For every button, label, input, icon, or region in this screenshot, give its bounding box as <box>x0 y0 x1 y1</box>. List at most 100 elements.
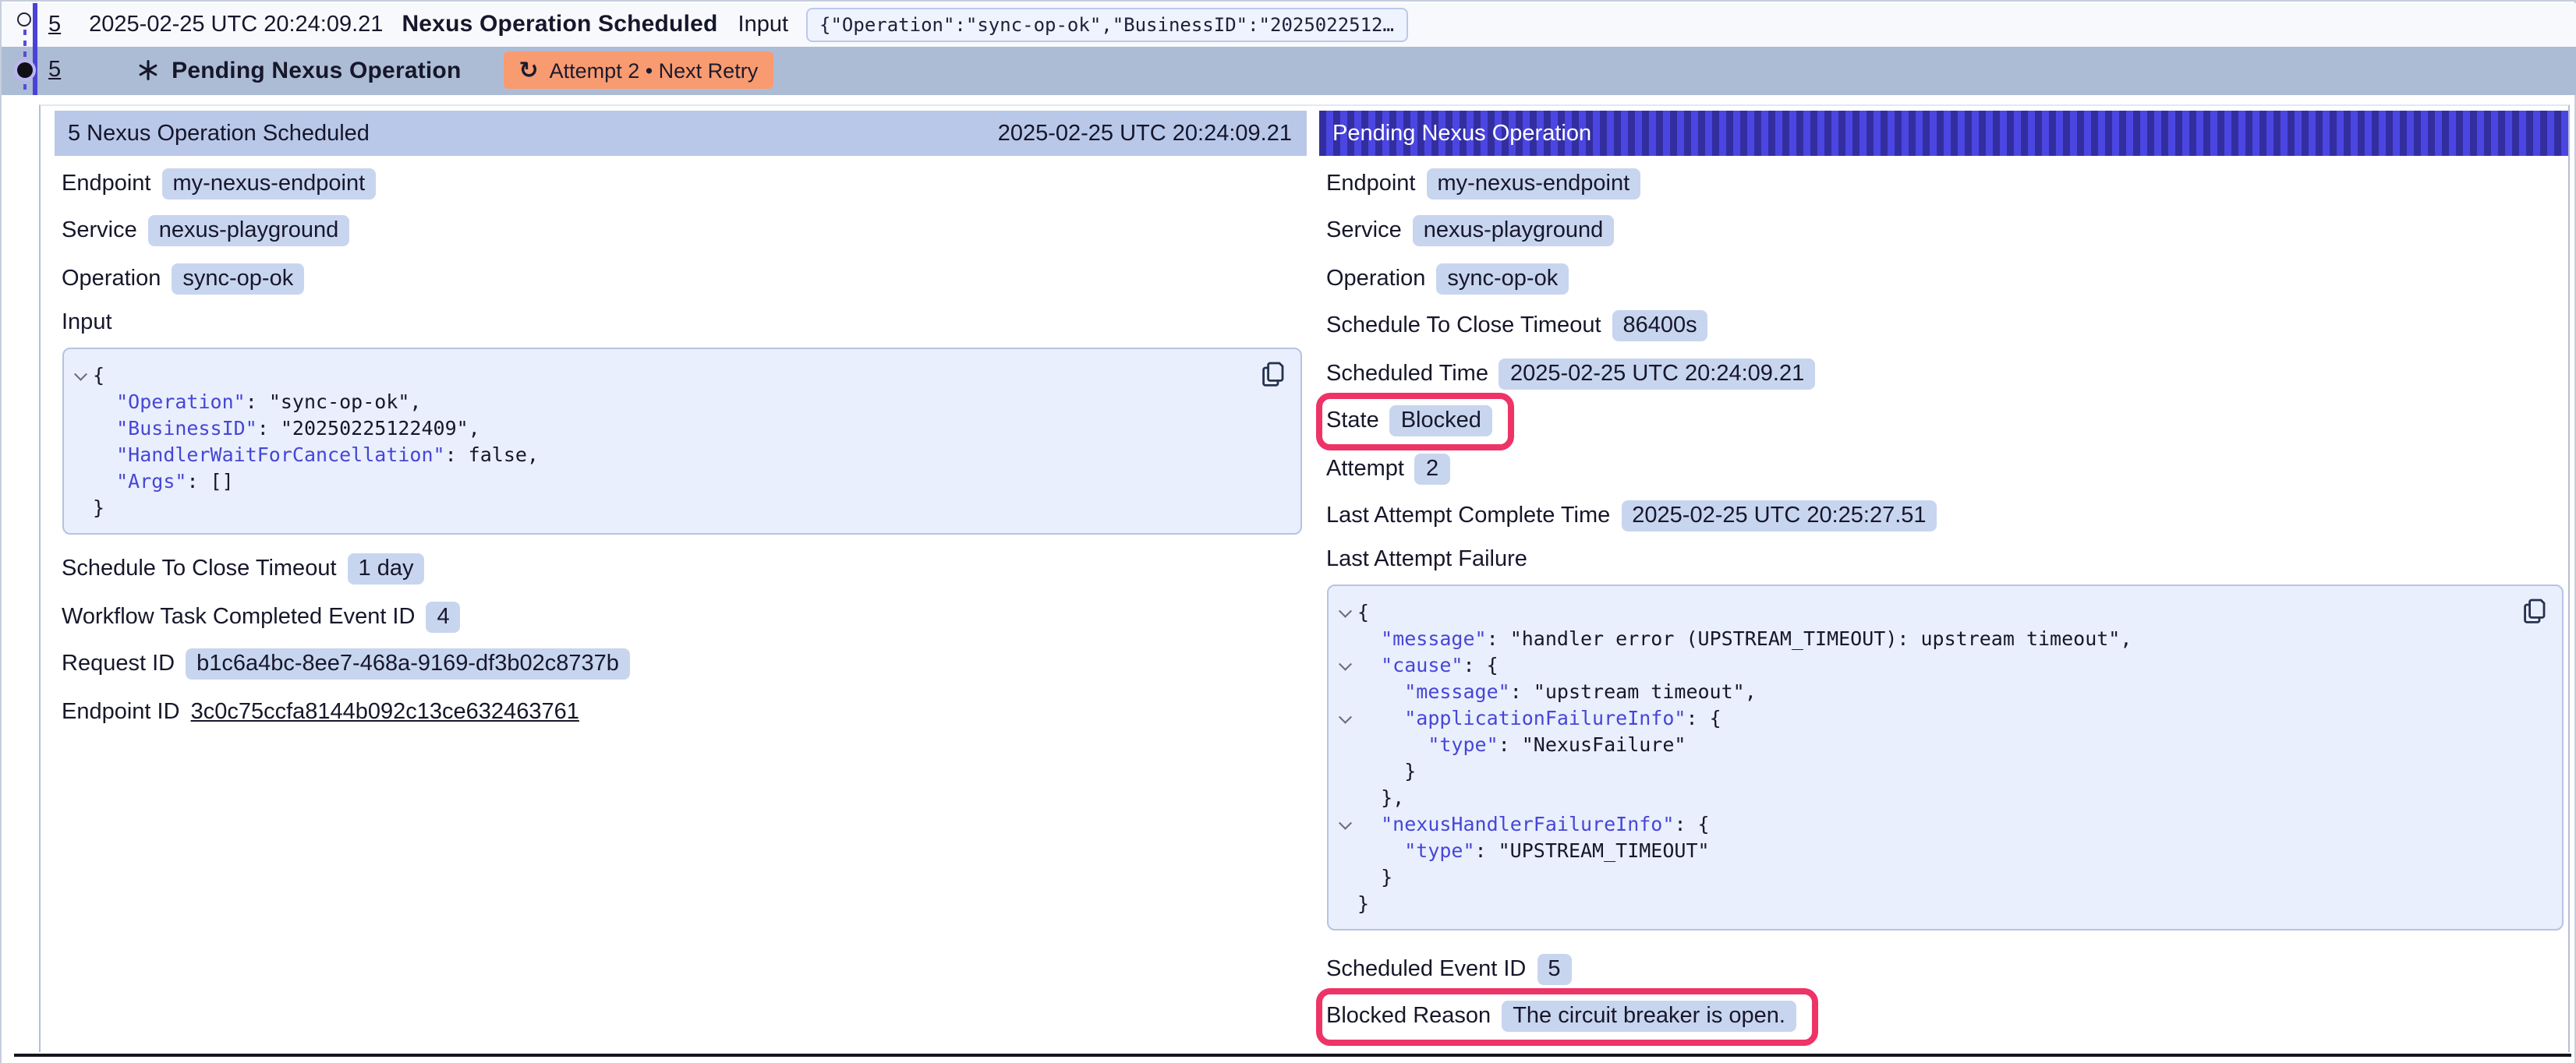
json-key: "Operation" <box>116 389 246 412</box>
field-label: Workflow Task Completed Event ID <box>62 604 415 629</box>
field-row: Operation sync-op-ok <box>62 262 1306 295</box>
field-value-badge: 1 day <box>348 553 425 584</box>
field-row: Schedule To Close Timeout 1 day <box>62 553 1306 585</box>
code-line: "Args": [] <box>69 467 1287 493</box>
asterisk-icon <box>137 58 159 83</box>
code-line-gutter <box>1334 837 1357 863</box>
json-key: "HandlerWaitForCancellation" <box>116 442 444 465</box>
pending-panel-title: Pending Nexus Operation <box>1332 121 1591 146</box>
field-value-badge: sync-op-ok <box>172 263 304 294</box>
field-label: Attempt <box>1326 456 1404 481</box>
field-row: Scheduled Event ID5 <box>1326 952 2567 985</box>
code-text: "applicationFailureInfo": { <box>1357 705 1721 731</box>
code-line-gutter <box>1334 758 1357 784</box>
chevron-down-icon[interactable] <box>1339 658 1352 670</box>
code-text: "cause": { <box>1357 652 1499 678</box>
field-value-badge: 2 <box>1415 453 1449 484</box>
code-line-gutter <box>1334 678 1357 705</box>
json-key: "message" <box>1404 680 1509 703</box>
event-row-scheduled[interactable]: 5 2025-02-25 UTC 20:24:09.21 Nexus Opera… <box>2 3 2576 46</box>
code-text: "Operation": "sync-op-ok", <box>93 387 422 414</box>
bottom-border <box>14 1053 2571 1057</box>
field-row: Endpointmy-nexus-endpoint <box>1326 167 2567 200</box>
annotation-highlight-box: StateBlocked <box>1326 405 1492 436</box>
field-row: Endpointmy-nexus-endpoint <box>62 167 1306 200</box>
field-row: Workflow Task Completed Event ID4 <box>62 600 1306 633</box>
code-line: } <box>69 493 1287 520</box>
left-panel-time: 2025-02-25 UTC 20:24:09.21 <box>998 121 1292 146</box>
json-key: "cause" <box>1381 653 1463 676</box>
field-value-link[interactable]: 3c0c75ccfa8144b092c13ce632463761 <box>191 699 579 724</box>
code-line: "applicationFailureInfo": { <box>1334 705 2549 731</box>
chevron-down-icon[interactable] <box>1339 817 1352 829</box>
code-line-gutter <box>1334 652 1357 678</box>
code-line: "message": "handler error (UPSTREAM_TIME… <box>1334 625 2549 652</box>
chevron-down-icon[interactable] <box>75 367 87 380</box>
chevron-down-icon[interactable] <box>1339 605 1352 617</box>
event-id-link[interactable]: 5 <box>48 12 61 37</box>
field-label: Last Attempt Failure <box>1326 547 2567 578</box>
left-panel-fields: Endpointmy-nexus-endpointServicenexus-pl… <box>54 156 1306 728</box>
code-line: "type": "UPSTREAM_TIMEOUT" <box>1334 837 2549 863</box>
field-label: Operation <box>62 266 161 291</box>
event-row-pending[interactable]: 5 Pending Nexus Operation ↻ Attempt 2 • … <box>2 46 2576 94</box>
timeline-accent-bar <box>32 3 37 94</box>
retry-badge-label: Attempt 2 • Next Retry <box>550 58 759 82</box>
field-label: Endpoint <box>1326 171 1416 196</box>
field-row: Schedule To Close Timeout86400s <box>1326 309 2567 342</box>
retry-status-badge: ↻ Attempt 2 • Next Retry <box>504 51 774 89</box>
field-row: StateBlocked <box>1326 404 2567 437</box>
code-line: { <box>69 361 1287 387</box>
code-line-gutter <box>1334 625 1357 652</box>
retry-icon: ↻ <box>519 58 539 82</box>
code-line: "HandlerWaitForCancellation": false, <box>69 440 1287 467</box>
code-line-gutter <box>69 440 93 467</box>
code-text: "message": "upstream timeout", <box>1357 678 1757 705</box>
field-row: Blocked ReasonThe circuit breaker is ope… <box>1326 1000 2567 1033</box>
field-label: Endpoint ID <box>62 699 180 724</box>
copy-icon[interactable] <box>1261 361 1284 386</box>
code-line: }, <box>1334 784 2549 810</box>
event-detail-container: 5 Nexus Operation Scheduled 2025-02-25 U… <box>39 104 2570 1052</box>
code-line-gutter <box>69 467 93 493</box>
field-row: Request IDb1c6a4bc-8ee7-468a-9169-df3b02… <box>62 648 1306 680</box>
json-key: "BusinessID" <box>116 415 257 439</box>
json-key: "Args" <box>116 468 186 492</box>
json-key: "message" <box>1381 627 1486 650</box>
code-line: } <box>1334 863 2549 890</box>
field-row: Last Attempt Complete Time2025-02-25 UTC… <box>1326 500 2567 532</box>
code-text: { <box>93 361 104 387</box>
field-value-badge: sync-op-ok <box>1436 263 1569 294</box>
field-row: Endpoint ID 3c0c75ccfa8144b092c13ce632463… <box>62 695 1306 728</box>
field-label: Blocked Reason <box>1326 1004 1491 1029</box>
copy-icon[interactable] <box>2522 599 2546 623</box>
chevron-down-icon[interactable] <box>1339 711 1352 723</box>
field-label: Schedule To Close Timeout <box>62 556 337 581</box>
code-line-gutter <box>69 361 93 387</box>
event-id-link[interactable]: 5 <box>48 58 61 83</box>
field-row: Scheduled Time2025-02-25 UTC 20:24:09.21 <box>1326 357 2567 390</box>
code-text: "message": "handler error (UPSTREAM_TIME… <box>1357 625 2132 652</box>
code-text: } <box>1357 890 1369 916</box>
code-line: "cause": { <box>1334 652 2549 678</box>
json-key: "applicationFailureInfo" <box>1404 706 1686 729</box>
code-line: "BusinessID": "20250225122409", <box>69 414 1287 440</box>
code-line-gutter <box>69 414 93 440</box>
code-line: } <box>1334 890 2549 916</box>
input-preview-chip[interactable]: {"Operation":"sync-op-ok","BusinessID":"… <box>805 8 1408 41</box>
code-line-gutter <box>69 493 93 520</box>
field-row: Operationsync-op-ok <box>1326 262 2567 295</box>
code-line: "nexusHandlerFailureInfo": { <box>1334 810 2549 837</box>
timeline-filled-circle-icon <box>17 62 33 77</box>
field-label: Endpoint <box>62 171 151 196</box>
field-label: Last Attempt Complete Time <box>1326 503 1610 528</box>
code-text: "type": "NexusFailure" <box>1357 731 1686 758</box>
detail-right-panel: Pending Nexus Operation Endpointmy-nexus… <box>1318 111 2567 1047</box>
json-code-block: { "Operation": "sync-op-ok", "BusinessID… <box>62 347 1301 534</box>
code-line: "type": "NexusFailure" <box>1334 731 2549 758</box>
code-text: { <box>1357 599 1369 625</box>
field-value-badge: nexus-playground <box>1413 215 1615 246</box>
json-key: "nexusHandlerFailureInfo" <box>1381 812 1674 835</box>
field-label: Service <box>62 218 137 243</box>
detail-left-panel: 5 Nexus Operation Scheduled 2025-02-25 U… <box>54 111 1306 743</box>
